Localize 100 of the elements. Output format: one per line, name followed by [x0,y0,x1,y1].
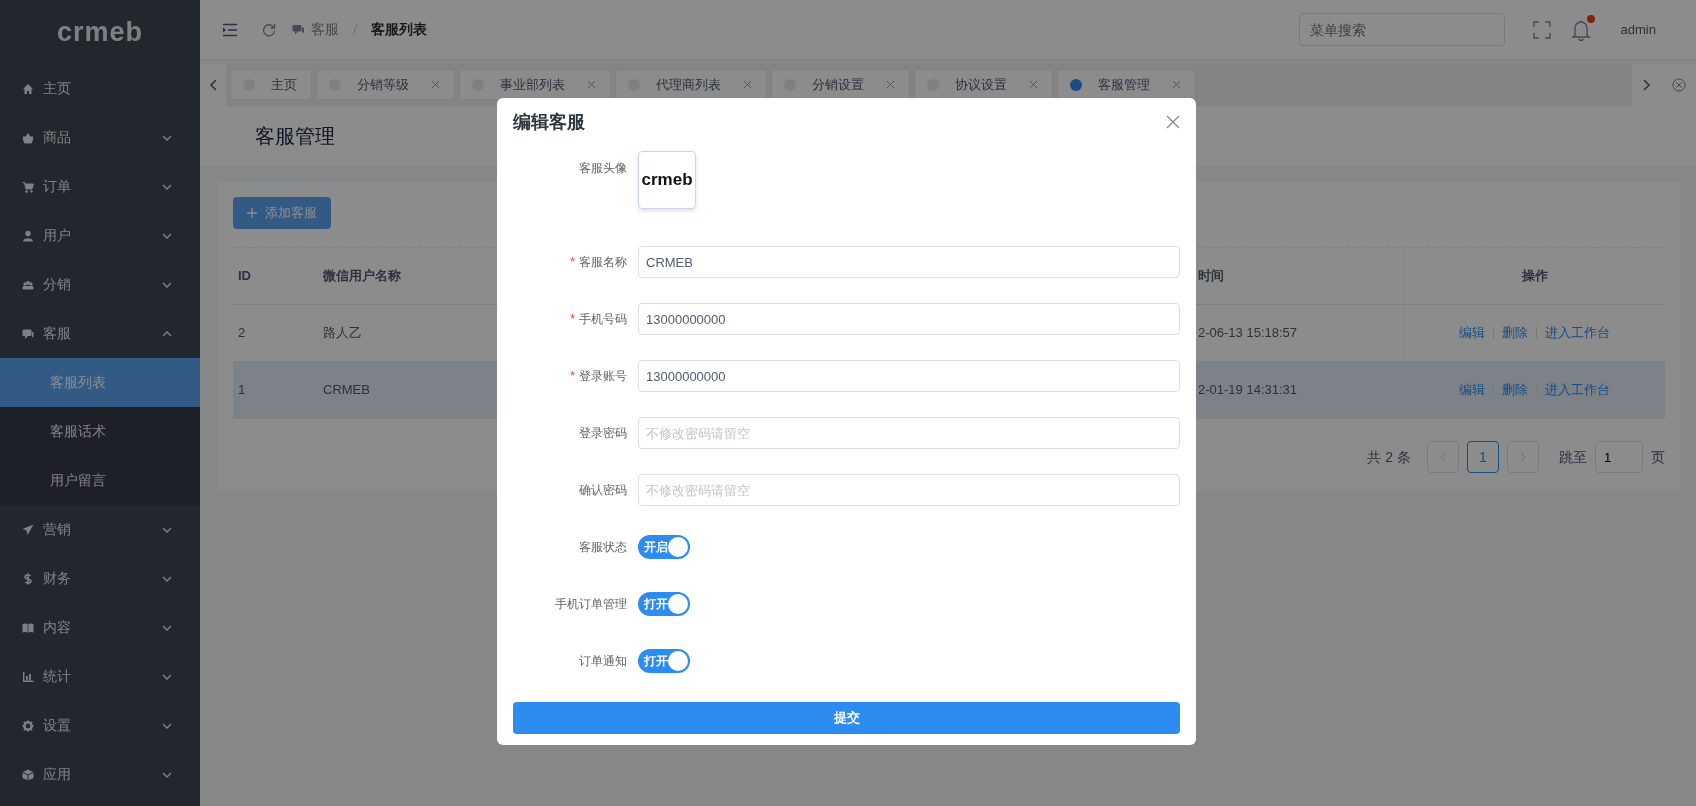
total-count: 共 2 条 [1367,447,1411,467]
action-link[interactable]: 删除 [1502,323,1528,343]
logo: crmeb [56,18,143,46]
label-text: 登录账号 [579,369,627,383]
action-link[interactable]: 编辑 [1459,380,1485,400]
close-icon[interactable] [587,80,596,89]
close-icon[interactable] [886,80,895,89]
send-icon [22,523,34,536]
jump-label: 跳至 [1559,447,1587,467]
input-field[interactable]: 不修改密码请留空 [638,474,1180,506]
action-link[interactable]: 删除 [1502,380,1528,400]
refresh-icon[interactable] [262,22,276,37]
field-label: 确认密码 [578,482,627,499]
sidebar-item[interactable]: 设置 [0,701,200,750]
close-icon[interactable] [743,80,752,89]
tab[interactable]: 分销设置 [771,69,910,100]
table-cell-text: 1 [238,381,246,400]
sidebar-item[interactable]: 财务 [0,554,200,603]
tab-label: 事业部列表 [500,75,565,94]
required-icon: * [570,312,575,326]
bar-chart-icon [22,670,34,683]
sidebar-subitem[interactable]: 用户留言 [0,456,200,505]
close-icon[interactable] [1166,115,1180,129]
close-icon[interactable] [1029,80,1038,89]
basket-icon [22,131,34,144]
sidebar-item[interactable]: 主页 [0,64,200,113]
page-button[interactable]: 1 [1467,441,1499,473]
user-icon [22,229,34,242]
prev-page-button[interactable] [1427,441,1459,473]
column-header: 微信用户名称 [323,267,401,286]
close-circle-icon [1672,77,1686,92]
toggle-switch[interactable]: 开启 [638,535,690,559]
label-text: 手机号码 [579,312,627,326]
action-link[interactable]: 进入工作台 [1545,323,1610,343]
toggle-switch[interactable]: 打开 [638,592,690,616]
next-page-button[interactable] [1507,441,1539,473]
tab-label: 客服管理 [1098,75,1150,94]
tab[interactable]: 分销等级 [316,69,455,100]
breadcrumb-item[interactable]: 客服 [311,19,339,40]
tab-label: 代理商列表 [656,75,721,94]
group-icon [22,278,34,291]
label-text: 客服名称 [579,255,627,269]
cart-icon [22,180,34,193]
tab[interactable]: 代理商列表 [615,69,767,100]
table-cell-text: 2 [238,324,246,343]
sidebar-item[interactable]: 统计 [0,652,200,701]
column-header: ID [238,267,251,286]
sidebar-item[interactable]: 营销 [0,505,200,554]
bell-icon[interactable] [1570,18,1591,41]
tab[interactable]: 主页 [230,69,312,100]
breadcrumb-item: 客服列表 [371,20,427,39]
tab[interactable]: 协议设置 [914,69,1053,100]
field-label: 客服状态 [578,539,627,556]
action-link[interactable]: 编辑 [1459,323,1485,343]
search-field[interactable]: 菜单搜索 [1298,13,1505,46]
sidebar-subitem[interactable]: 客服列表 [0,358,200,407]
sidebar-item[interactable]: 客服 [0,309,200,358]
toggle-switch[interactable]: 打开 [638,649,690,673]
input-field[interactable]: 13000000000 [638,303,1180,335]
table-cell-text: CRMEB [323,381,370,400]
required-icon: * [570,255,575,269]
column-header: 时间 [1198,267,1224,286]
tab-label: 分销设置 [812,75,864,94]
action-link[interactable]: 进入工作台 [1545,380,1610,400]
tab[interactable]: 事业部列表 [459,69,611,100]
menu-icon[interactable] [222,22,238,37]
avatar-upload[interactable]: crmeb [638,151,696,209]
sidebar-item[interactable]: 用户 [0,211,200,260]
dialog-title: 编辑客服 [513,110,585,134]
input-field[interactable]: 不修改密码请留空 [638,417,1180,449]
tab-label: 协议设置 [955,75,1007,94]
close-icon[interactable] [431,80,440,89]
table-cell-text: 2-01-19 14:31:31 [1198,381,1298,400]
close-icon[interactable] [1172,80,1181,89]
column-header: 操作 [1521,267,1548,286]
sidebar-subitem[interactable]: 客服话术 [0,407,200,456]
page-jump-field[interactable]: 1 [1595,441,1643,473]
chat-icon [22,327,34,340]
sidebar-item[interactable]: 商品 [0,113,200,162]
avatar-logo: crmeb [641,169,693,192]
add-button[interactable]: 添加客服 [233,197,331,229]
tab[interactable]: 客服管理 [1057,69,1196,100]
sidebar-item[interactable]: 内容 [0,603,200,652]
sidebar-item[interactable]: 分销 [0,260,200,309]
sidebar-item[interactable]: 订单 [0,162,200,211]
book-icon [22,621,34,634]
chevron-left-icon [209,78,217,91]
table-cell-text: 路人乙 [323,324,362,343]
input-field[interactable]: 13000000000 [638,360,1180,392]
settings-icon [22,719,34,732]
field-label: 手机订单管理 [554,596,627,613]
sidebar-item[interactable]: 应用 [0,750,200,799]
scroll-left-button[interactable] [200,63,226,106]
field-label: 登录密码 [578,425,627,442]
dollar-icon [22,572,34,585]
user-name[interactable]: admin [1620,19,1656,40]
chevron-left-icon [1440,452,1446,462]
fullscreen-icon[interactable] [1532,20,1551,39]
submit-button[interactable]: 提交 [513,702,1180,734]
input-field[interactable]: CRMEB [638,246,1180,278]
